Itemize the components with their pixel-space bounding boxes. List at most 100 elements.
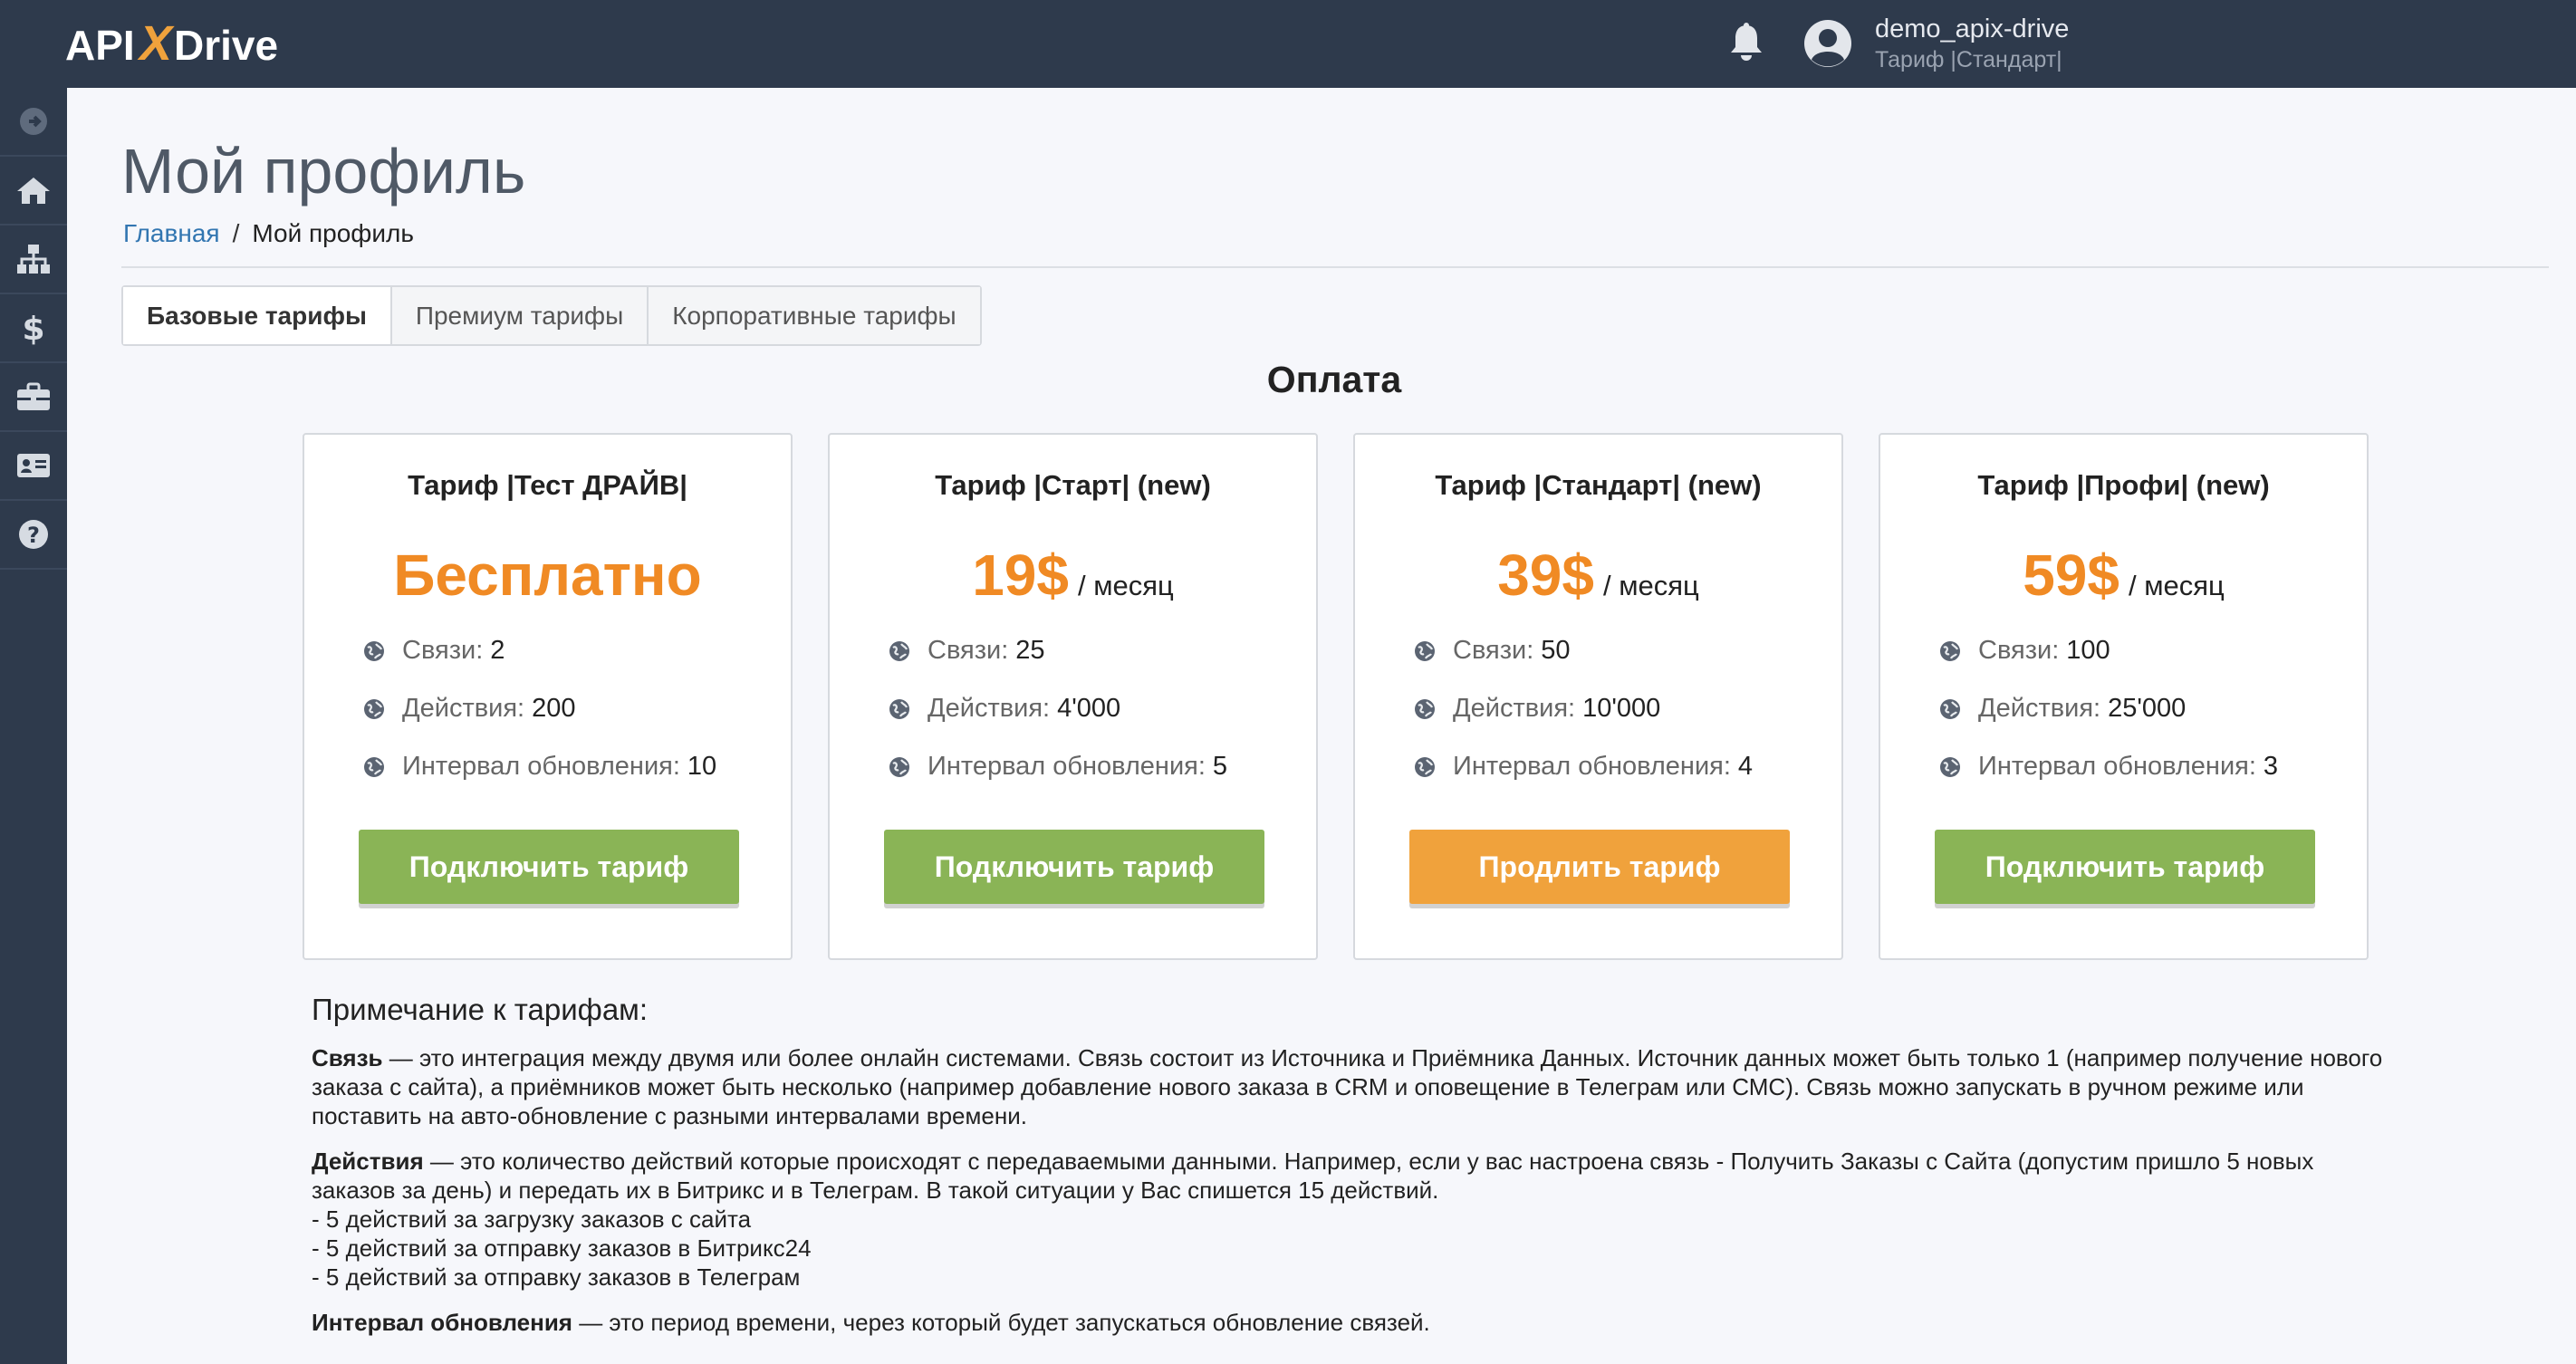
plan-feature-interval: Интервал обновления: 4 xyxy=(1413,752,1753,782)
section-title: Оплата xyxy=(1266,359,1402,400)
plan-card-standard: Тариф |Стандарт| (new) 39$ / месяц Связи:… xyxy=(1353,433,1843,960)
note-connection: Связь — это интеграция между двумя или б… xyxy=(312,1043,2386,1130)
plan-title: Тариф |Тест ДРАЙВ| xyxy=(408,469,687,501)
svg-text:API: API xyxy=(65,22,135,69)
note-text: — это количество действий которые происх… xyxy=(312,1148,2314,1204)
plan-price: 39$ / месяц xyxy=(1355,542,1841,609)
feature-value: 3 xyxy=(2263,752,2279,781)
plan-title: Тариф |Стандарт| (new) xyxy=(1435,469,1762,501)
user-plan: Тариф |Стандарт| xyxy=(1875,47,2062,72)
globe-icon xyxy=(1415,640,1435,661)
globe-icon xyxy=(364,640,384,661)
feature-value: 200 xyxy=(532,694,576,723)
feature-value: 2 xyxy=(490,636,505,665)
feature-value: 10 xyxy=(687,752,717,781)
globe-icon xyxy=(1415,756,1435,777)
plan-price-value: Бесплатно xyxy=(393,543,702,608)
home-icon xyxy=(17,178,50,204)
feature-value: 25 xyxy=(1015,636,1045,665)
plan-feature-connections: Связи: 2 xyxy=(362,636,505,666)
sidebar-item-home[interactable] xyxy=(0,157,67,226)
note-text: — это период времени, через который буде… xyxy=(572,1309,1430,1336)
plan-price-value: 19$ xyxy=(972,543,1069,608)
feature-label: Действия: xyxy=(928,694,1051,723)
plan-title: Тариф |Профи| (new) xyxy=(1977,469,2270,501)
page-title: Мой профиль xyxy=(121,136,526,207)
plan-price-value: 39$ xyxy=(1497,543,1594,608)
breadcrumb-separator: / xyxy=(232,219,240,247)
globe-icon xyxy=(889,756,909,777)
user-circle-icon xyxy=(1802,18,1853,69)
plan-price: Бесплатно xyxy=(304,542,791,609)
apix-drive-logo[interactable]: API X Drive xyxy=(65,20,292,69)
tab-corporate-tariffs[interactable]: Корпоративные тарифы xyxy=(649,287,980,344)
breadcrumb-current: Мой профиль xyxy=(252,219,414,247)
user-menu[interactable]: demo_apix-drive Тариф |Стандарт| xyxy=(1802,13,2069,74)
tab-basic-tariffs[interactable]: Базовые тарифы xyxy=(123,287,392,344)
feature-value: 4 xyxy=(1737,752,1754,781)
svg-text:$: $ xyxy=(22,311,44,345)
sidebar-item-billing[interactable]: $ xyxy=(0,294,67,363)
connect-plan-button[interactable]: Подключить тариф xyxy=(884,830,1264,904)
plan-price: 19$ / месяц xyxy=(830,542,1316,609)
feature-label: Действия: xyxy=(1978,694,2101,723)
plan-feature-connections: Связи: 100 xyxy=(1938,636,2110,666)
svg-text:X: X xyxy=(137,20,175,69)
feature-label: Интервал обновления: xyxy=(1453,752,1731,781)
breadcrumb: Главная / Мой профиль xyxy=(123,217,414,250)
feature-label: Связи: xyxy=(1453,636,1534,665)
plan-price-unit: / месяц xyxy=(2128,570,2225,601)
note-interval: Интервал обновления — это период времени… xyxy=(312,1308,2386,1337)
globe-icon xyxy=(889,640,909,661)
globe-icon xyxy=(889,698,909,719)
sitemap-icon xyxy=(17,245,50,274)
breadcrumb-home-link[interactable]: Главная xyxy=(123,217,220,250)
sidebar-item-profile[interactable] xyxy=(0,432,67,501)
note-actions-line: - 5 действий за отправку заказов в Битри… xyxy=(312,1234,812,1262)
connect-plan-button[interactable]: Подключить тариф xyxy=(359,830,739,904)
plan-feature-actions: Действия: 4'000 xyxy=(888,694,1120,724)
note-term: Связь xyxy=(312,1044,383,1071)
tariff-notes: Примечание к тарифам: Связь — это интегр… xyxy=(312,993,2386,1353)
note-actions: Действия — это количество действий котор… xyxy=(312,1147,2386,1205)
bell-icon[interactable] xyxy=(1728,22,1764,63)
dollar-icon: $ xyxy=(22,311,44,345)
sidebar-item-connections[interactable] xyxy=(0,226,67,294)
feature-value: 4'000 xyxy=(1057,694,1121,723)
plan-feature-interval: Интервал обновления: 10 xyxy=(362,752,716,782)
plan-feature-connections: Связи: 25 xyxy=(888,636,1045,666)
plan-price-unit: / месяц xyxy=(1077,570,1174,601)
sidebar-item-toggle[interactable] xyxy=(0,88,67,157)
plan-card-start: Тариф |Старт| (new) 19$ / месяц Связи: 25… xyxy=(828,433,1318,960)
globe-icon xyxy=(1415,698,1435,719)
renew-plan-button[interactable]: Продлить тариф xyxy=(1409,830,1790,904)
globe-icon xyxy=(1940,698,1960,719)
sidebar-item-help[interactable]: ? xyxy=(0,501,67,570)
feature-label: Связи: xyxy=(928,636,1009,665)
plan-feature-actions: Действия: 25'000 xyxy=(1938,694,2186,724)
feature-value: 10'000 xyxy=(1582,694,1661,723)
tariff-tabs: Базовые тарифы Премиум тарифы Корпоратив… xyxy=(121,285,982,346)
arrow-right-circle-icon xyxy=(20,108,47,135)
plan-card-pro: Тариф |Профи| (new) 59$ / месяц Связи: 10… xyxy=(1879,433,2369,960)
svg-text:Drive: Drive xyxy=(174,22,278,69)
tab-premium-tariffs[interactable]: Премиум тарифы xyxy=(391,287,649,344)
plan-feature-actions: Действия: 10'000 xyxy=(1413,694,1660,724)
feature-value: 100 xyxy=(2066,636,2110,665)
question-circle-icon: ? xyxy=(19,520,48,549)
feature-label: Связи: xyxy=(1978,636,2060,665)
plan-card-test-drive: Тариф |Тест ДРАЙВ| Бесплатно Связи: 2 Де… xyxy=(303,433,793,960)
feature-label: Действия: xyxy=(1453,694,1576,723)
svg-text:?: ? xyxy=(27,523,40,548)
plan-title: Тариф |Старт| (new) xyxy=(935,469,1211,501)
connect-plan-button[interactable]: Подключить тариф xyxy=(1935,830,2315,904)
note-term: Интервал обновления xyxy=(312,1309,572,1336)
divider xyxy=(121,266,2549,268)
feature-label: Связи: xyxy=(402,636,484,665)
globe-icon xyxy=(364,698,384,719)
feature-label: Интервал обновления: xyxy=(928,752,1206,781)
feature-value: 50 xyxy=(1541,636,1571,665)
note-actions-line: - 5 действий за загрузку заказов с сайта xyxy=(312,1206,752,1233)
feature-label: Интервал обновления: xyxy=(1978,752,2256,781)
feature-label: Интервал обновления: xyxy=(402,752,680,781)
